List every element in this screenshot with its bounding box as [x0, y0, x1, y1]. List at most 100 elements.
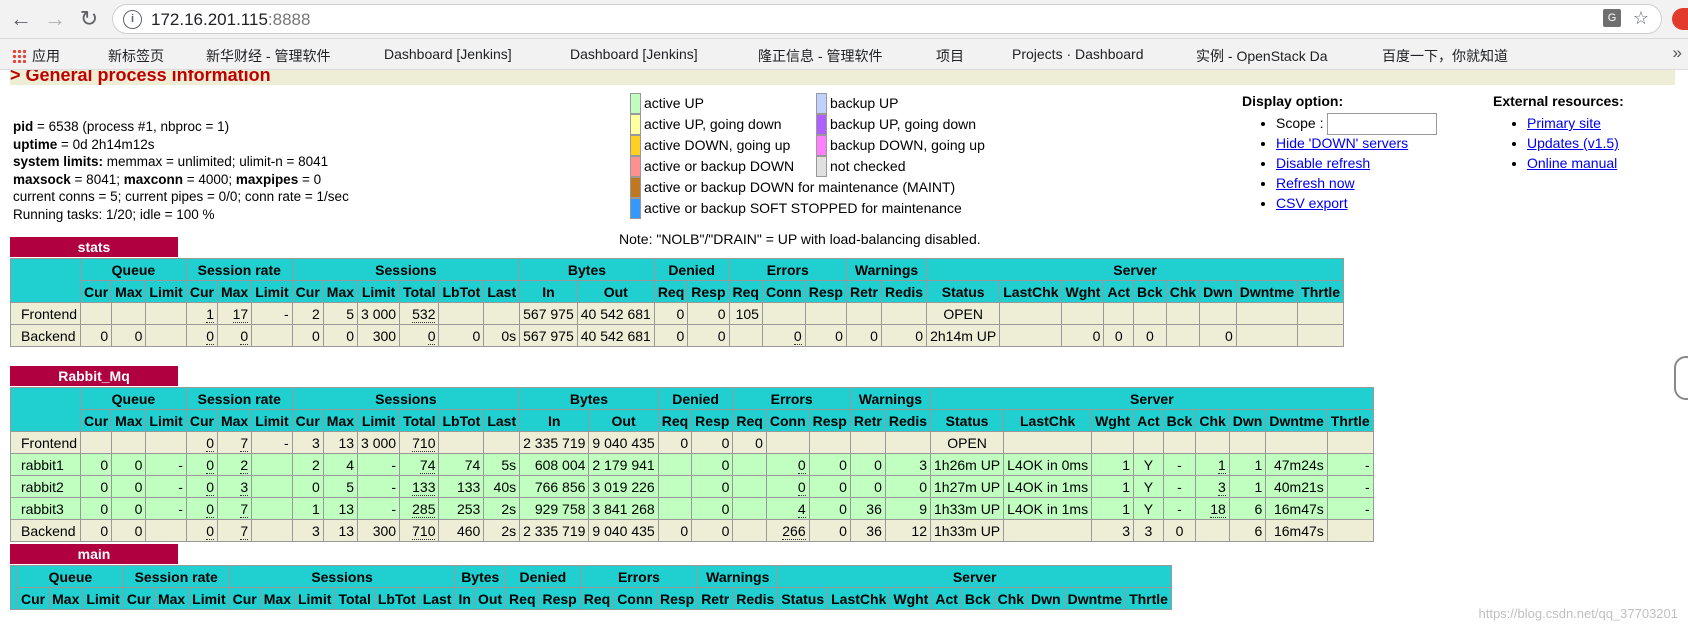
- cell-value: 0: [680, 434, 689, 451]
- bookmark-apps[interactable]: 应用: [12, 46, 60, 66]
- table-cell: 2 335 719: [519, 519, 590, 542]
- table-cell: 2 335 719: [519, 431, 590, 454]
- table-cell: [1297, 324, 1345, 347]
- table-cell: 3: [291, 431, 324, 454]
- back-icon[interactable]: ←: [8, 6, 34, 32]
- cell-value: 1h26m UP: [934, 456, 1001, 473]
- legend-note: Note: "NOLB"/"DRAIN" = UP with load-bala…: [619, 231, 981, 247]
- table-cell: [251, 497, 293, 520]
- star-icon[interactable]: ☆: [1633, 8, 1649, 29]
- cell-value: L4OK in 1ms: [1007, 478, 1089, 495]
- bookmark-item[interactable]: 新华财经 - 管理软件: [188, 46, 330, 133]
- url-text[interactable]: 172.16.201.115:8888: [151, 10, 310, 30]
- csv-export-link[interactable]: CSV export: [1276, 195, 1348, 211]
- column-header: Retr: [845, 280, 882, 303]
- table-cell: 0: [657, 519, 693, 542]
- bookmark-item[interactable]: 项目: [918, 46, 964, 133]
- table-cell: [1061, 302, 1105, 325]
- cell-value: 2: [312, 305, 320, 322]
- cell-value: -: [178, 456, 183, 473]
- row-label[interactable]: rabbit1: [9, 453, 82, 476]
- bookmark-item[interactable]: Dashboard [Jenkins]: [552, 46, 698, 131]
- cell-value: -: [391, 478, 397, 495]
- bookmark-item[interactable]: 百度一下，你就知道: [1364, 46, 1508, 133]
- bookmark-item[interactable]: Projects · Dashboard: [994, 46, 1164, 62]
- bookmarks-overflow-icon[interactable]: »: [1673, 43, 1682, 63]
- table-cell: 253: [438, 497, 485, 520]
- table-cell: 0: [1162, 519, 1197, 542]
- group-header: Server: [777, 565, 1172, 588]
- group-header: Server: [926, 258, 1345, 281]
- haproxy-stats-page: > General process information pid = 6538…: [0, 70, 1688, 625]
- row-label[interactable]: Backend: [9, 519, 82, 542]
- column-header: Resp: [808, 409, 851, 432]
- reload-icon[interactable]: ↻: [76, 6, 102, 32]
- bookmark-item[interactable]: 实例 - OpenStack Da: [1178, 46, 1348, 66]
- table-cell: 0: [691, 453, 734, 476]
- column-header: Req: [728, 280, 763, 303]
- disable-refresh-link[interactable]: Disable refresh: [1276, 155, 1370, 171]
- table-cell: 0s: [483, 324, 521, 347]
- column-header: Dwntme: [1235, 280, 1299, 303]
- row-label[interactable]: rabbit2: [9, 475, 82, 498]
- column-header: Thrtle: [1125, 587, 1172, 610]
- cell-value: 2: [312, 456, 320, 473]
- cell-value: 300: [372, 327, 397, 344]
- table-cell: [1133, 431, 1164, 454]
- translate-icon[interactable]: G: [1603, 9, 1621, 27]
- refresh-now-link[interactable]: Refresh now: [1276, 175, 1355, 191]
- row-label[interactable]: Backend: [9, 324, 82, 347]
- table-cell: 0: [808, 519, 851, 542]
- updates-link[interactable]: Updates (v1.5): [1527, 135, 1619, 151]
- table-cell: 1: [1195, 453, 1230, 476]
- menu-icon[interactable]: [1672, 8, 1688, 30]
- bookmark-item[interactable]: 隆正信息 - 管理软件: [740, 46, 882, 133]
- proxy-name[interactable]: stats: [10, 237, 178, 257]
- table-cell: 0: [691, 475, 734, 498]
- table-cell: [1228, 431, 1267, 454]
- forward-icon[interactable]: →: [42, 6, 68, 32]
- cell-value: 0: [1114, 327, 1123, 344]
- row-label[interactable]: Frontend: [9, 431, 82, 454]
- group-header: Warnings: [849, 387, 932, 410]
- cell-value: -: [1365, 456, 1370, 473]
- section-header: > General process information: [10, 70, 1675, 85]
- table-cell: 0: [185, 497, 218, 520]
- online-manual-link[interactable]: Online manual: [1527, 155, 1617, 171]
- column-header: LbTot: [373, 587, 420, 610]
- table-cell: -: [357, 497, 401, 520]
- proxy-name[interactable]: main: [10, 544, 178, 564]
- table-cell: 0: [80, 453, 113, 476]
- hide-down-link[interactable]: Hide 'DOWN' servers: [1276, 135, 1408, 151]
- table-cell: 266: [765, 519, 810, 542]
- column-header: Limit: [145, 280, 187, 303]
- column-header: Redis: [884, 409, 932, 432]
- proxy-name[interactable]: Rabbit_Mq: [10, 366, 178, 386]
- table-cell: -: [145, 475, 187, 498]
- cell-value: 0: [206, 327, 214, 345]
- primary-site-link[interactable]: Primary site: [1527, 115, 1601, 131]
- table-cell: 766 856: [519, 475, 590, 498]
- bookmark-item[interactable]: 新标签页: [90, 46, 164, 133]
- column-header: Total: [399, 409, 440, 432]
- cell-value: 6: [1254, 522, 1263, 539]
- row-label[interactable]: Frontend: [9, 302, 82, 325]
- info-icon[interactable]: i: [123, 10, 142, 29]
- table-cell: [145, 431, 187, 454]
- scope-input[interactable]: [1327, 113, 1438, 136]
- address-bar[interactable]: i 172.16.201.115:8888 G ☆: [112, 4, 1662, 34]
- table-cell: 929 758: [519, 497, 590, 520]
- table-cell: Y: [1133, 497, 1164, 520]
- table-cell: [1265, 431, 1328, 454]
- column-header: In: [519, 409, 590, 432]
- scroll-knob[interactable]: [1674, 356, 1688, 400]
- column-header: Max: [153, 587, 190, 610]
- row-label[interactable]: rabbit3: [9, 497, 82, 520]
- table-cell: 5: [322, 302, 359, 325]
- cell-value: 1: [312, 500, 320, 517]
- cell-value: -: [1365, 500, 1370, 517]
- cell-value: 0: [721, 434, 730, 451]
- cell-value: 567 975: [523, 305, 574, 322]
- table-cell: [1297, 302, 1345, 325]
- bookmark-item[interactable]: Dashboard [Jenkins]: [366, 46, 512, 131]
